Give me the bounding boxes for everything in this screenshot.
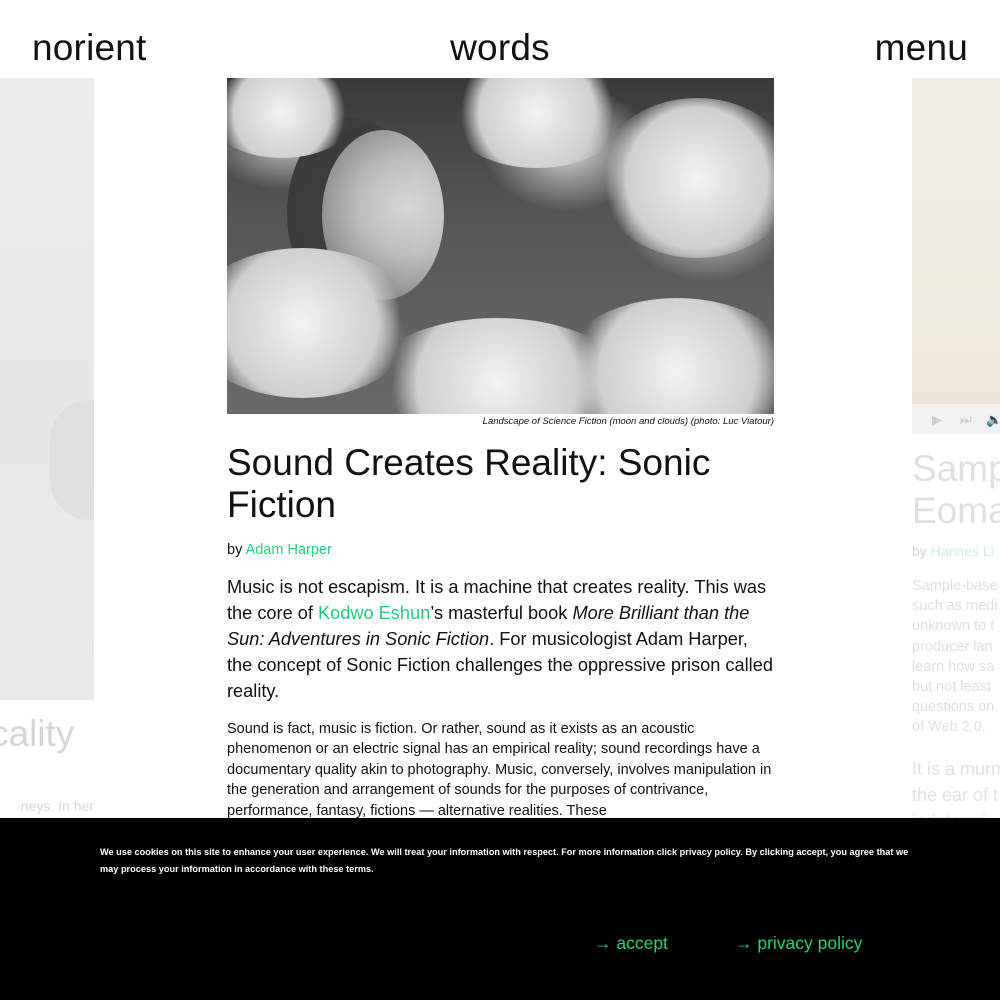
play-icon[interactable]: ▶ [932, 412, 942, 428]
body-line: questions on [912, 699, 995, 716]
accept-cookies-button[interactable]: → accept [594, 932, 668, 954]
previous-article-title[interactable]: cality [0, 712, 94, 756]
cloud-shape [447, 78, 627, 168]
hero-image [227, 78, 774, 414]
lead-line: the ear of t [912, 785, 999, 805]
lead-line: indetermi [912, 808, 1000, 818]
cloud-shape [557, 298, 774, 414]
lead-line: It is a murm [912, 759, 1000, 779]
article-lead: Music is not escapism. It is a machine t… [227, 574, 774, 704]
article-body: Sound is fact, music is fiction. Or rath… [227, 721, 772, 819]
cookie-message: We use cookies on this site to enhance y… [100, 847, 909, 874]
menu-button[interactable]: menu [875, 26, 968, 70]
next-article-title-line: Eoma [912, 490, 1000, 531]
body-line: learn how sa [912, 658, 995, 675]
article-title: Sound Creates Reality: Sonic Fiction [227, 442, 711, 525]
byline-prefix: by [912, 543, 927, 559]
next-article-author-link[interactable]: Hannes Li [931, 543, 994, 559]
next-article-byline: by Hannes Li [912, 543, 994, 559]
kodwo-eshun-link[interactable]: Kodwo Eshun [318, 603, 430, 623]
next-article-lead: It is a murm the ear of t indetermi [912, 756, 1000, 818]
section-title: words [450, 27, 550, 68]
next-article-body: Sample-base such as medi unknown to t pr… [912, 576, 1000, 738]
volume-icon[interactable]: 🔈 [986, 412, 1000, 428]
lead-text: ’s masterful book [430, 603, 573, 623]
article: Landscape of Science Fiction (moon and c… [227, 78, 774, 821]
body-line: such as medi [912, 598, 998, 615]
body-line: but not least [912, 679, 991, 696]
next-article-title-line: Samp [912, 448, 1000, 489]
privacy-policy-link[interactable]: → privacy policy [735, 932, 862, 954]
next-article-preview[interactable]: ▶ ⏭ 🔈 Samp Eoma by Hannes Li Sample-base… [912, 78, 1000, 818]
next-article-title[interactable]: Samp Eoma [912, 448, 1000, 532]
site-header: norient words menu [0, 0, 1000, 78]
previous-article-image-shape [50, 400, 94, 520]
image-caption: Landscape of Science Fiction (moon and c… [482, 416, 774, 427]
body-line: producer lan [912, 638, 993, 655]
body-line: of Web 2.0. [912, 719, 986, 736]
previous-article-image[interactable] [0, 78, 94, 700]
body-line: unknown to t [912, 618, 995, 635]
body-line: Sample-base [912, 578, 998, 594]
cookie-banner: We use cookies on this site to enhance y… [0, 818, 1000, 1000]
next-article-image [912, 78, 1000, 434]
byline-prefix: by [227, 542, 243, 558]
previous-article-text: neys. In her [20, 798, 94, 814]
skip-next-icon[interactable]: ⏭ [960, 412, 972, 428]
author-link[interactable]: Adam Harper [246, 542, 332, 558]
article-byline: by Adam Harper [227, 540, 774, 560]
